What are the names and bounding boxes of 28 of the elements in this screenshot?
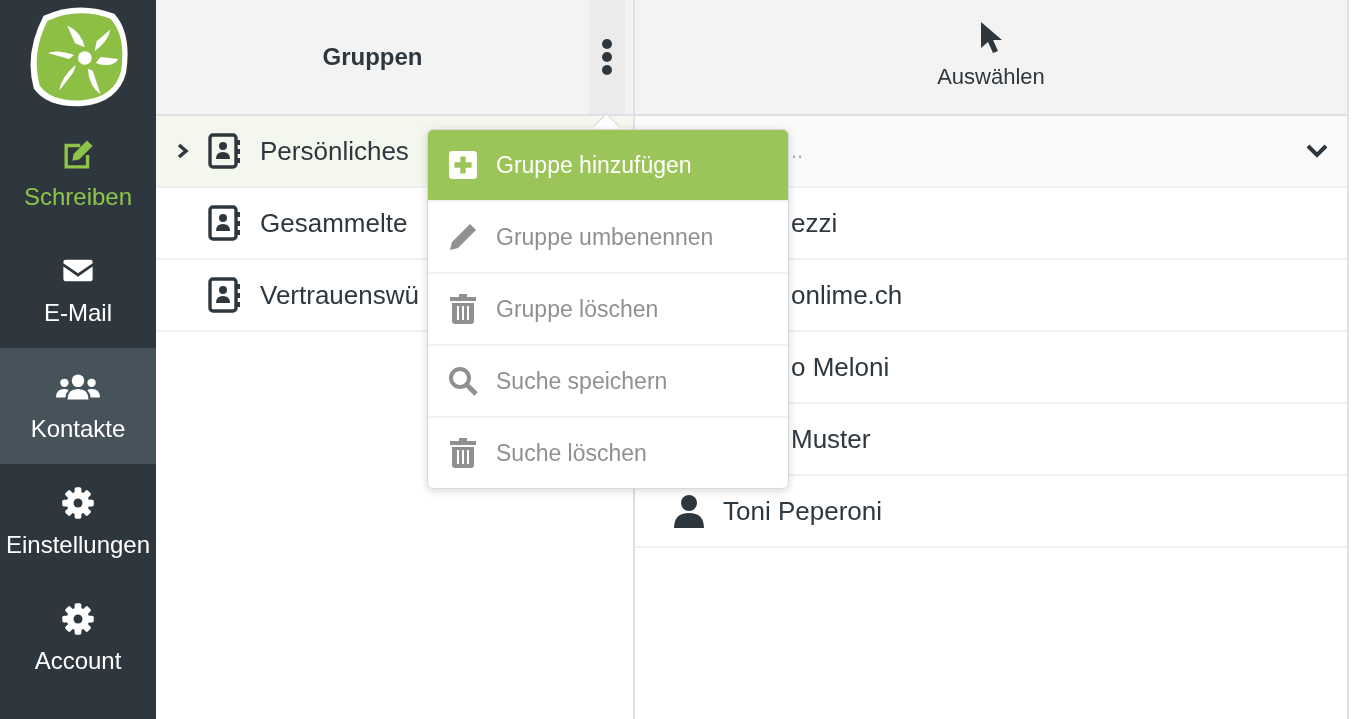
address-book-icon — [208, 133, 242, 169]
groups-title: Gruppen — [321, 43, 424, 71]
contact-name[interactable]: ezzi — [791, 207, 838, 239]
select-button[interactable]: Auswählen — [937, 0, 1045, 114]
trash-icon — [448, 294, 478, 324]
cursor-icon — [979, 20, 1003, 56]
nav-item[interactable]: Einstellungen — [0, 464, 156, 580]
trash-icon — [448, 438, 478, 468]
kebab-icon — [602, 39, 612, 75]
nav-item[interactable]: Account — [0, 580, 156, 696]
nav-item[interactable]: E-Mail — [0, 232, 156, 348]
person-icon — [673, 494, 705, 528]
chevron-down-icon — [1305, 143, 1329, 159]
address-book-icon — [208, 205, 242, 241]
contact-name[interactable]: o Meloni — [791, 351, 890, 383]
nav-item[interactable]: Schreiben — [0, 116, 156, 232]
plus-square-icon — [448, 150, 478, 180]
gear-icon — [60, 601, 96, 637]
contact-name[interactable]: onlime.ch — [791, 279, 903, 311]
gear-icon — [60, 485, 96, 521]
chevron-icon — [176, 142, 190, 160]
contact-name[interactable]: Toni Peperoni — [723, 495, 882, 527]
pencil-icon — [448, 222, 478, 252]
more-button[interactable] — [589, 0, 625, 114]
address-book-icon — [208, 277, 242, 313]
nav-item[interactable]: Kontakte — [0, 348, 156, 464]
contact-name[interactable]: Muster — [791, 423, 871, 455]
search-icon — [448, 366, 478, 396]
